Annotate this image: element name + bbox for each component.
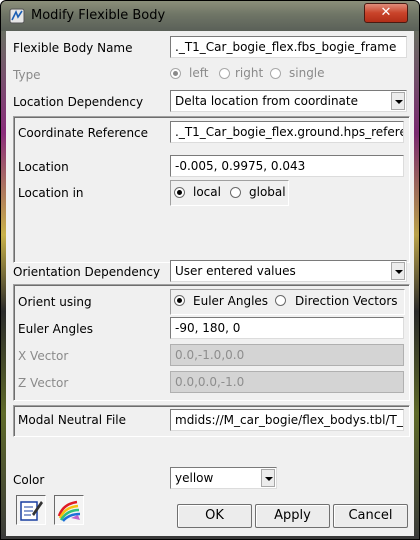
- type-left-label: left: [189, 66, 209, 80]
- orient-direction-label: Direction Vectors: [295, 294, 398, 308]
- type-label: Type: [13, 68, 41, 82]
- location-dependency-value: Delta location from coordinate: [175, 94, 358, 108]
- type-right-radio[interactable]: [219, 68, 230, 79]
- type-left-radio[interactable]: [170, 68, 181, 79]
- window-title: Modify Flexible Body: [31, 8, 166, 23]
- body-name-field[interactable]: ._T1_Car_bogie_flex.fbs_bogie_frame: [170, 36, 407, 58]
- window-frame-right: [414, 31, 419, 539]
- dialog-client-area: Flexible Body Name ._T1_Car_bogie_flex.f…: [6, 31, 414, 536]
- x-vector-field[interactable]: 0.0,-1.0,0.0: [170, 344, 404, 366]
- app-icon: [9, 8, 25, 24]
- coordinate-reference-field[interactable]: ._T1_Car_bogie_flex.ground.hps_referer: [170, 121, 404, 143]
- orient-using-label: Orient using: [18, 295, 92, 309]
- dialog-window: Modify Flexible Body ✕ Flexible Body Nam…: [0, 0, 420, 540]
- euler-angles-field[interactable]: -90, 180, 0: [170, 317, 404, 339]
- location-in-global-radio[interactable]: [230, 187, 241, 198]
- edit-notes-icon: [20, 501, 43, 521]
- body-name-label: Flexible Body Name: [13, 41, 133, 55]
- orient-direction-radio[interactable]: [275, 295, 286, 306]
- type-right-label: right: [235, 66, 264, 80]
- modal-neutral-file-label: Modal Neutral File: [18, 413, 126, 427]
- type-single-radio[interactable]: [270, 68, 281, 79]
- ok-button[interactable]: OK: [177, 504, 252, 528]
- color-ramp-icon: [57, 500, 81, 522]
- title-bar: Modify Flexible Body ✕: [1, 1, 419, 31]
- location-in-global-label: global: [249, 185, 286, 199]
- orientation-dependency-value: User entered values: [175, 264, 296, 278]
- z-vector-field[interactable]: 0.0,0.0,-1.0: [170, 371, 404, 393]
- color-value: yellow: [175, 471, 214, 485]
- orientation-dependency-select[interactable]: User entered values: [170, 260, 407, 282]
- color-label: Color: [13, 473, 45, 487]
- coordinate-reference-label: Coordinate Reference: [18, 126, 149, 140]
- edit-notes-button[interactable]: [16, 495, 46, 525]
- orient-euler-radio[interactable]: [174, 295, 185, 306]
- chevron-down-icon[interactable]: [391, 92, 405, 110]
- apply-button[interactable]: Apply: [255, 504, 330, 528]
- cancel-button[interactable]: Cancel: [333, 504, 408, 528]
- color-select[interactable]: yellow: [170, 467, 277, 489]
- orient-euler-label: Euler Angles: [193, 294, 269, 308]
- location-dependency-label: Location Dependency: [13, 95, 144, 109]
- location-in-local-label: local: [193, 185, 221, 199]
- chevron-down-icon[interactable]: [261, 469, 275, 487]
- close-icon: ✕: [380, 5, 392, 20]
- modal-neutral-file-field[interactable]: mdids://M_car_bogie/flex_bodys.tbl/T_c: [170, 409, 404, 431]
- z-vector-label: Z Vector: [18, 376, 69, 390]
- orientation-dependency-label: Orientation Dependency: [13, 265, 161, 279]
- type-single-label: single: [289, 66, 325, 80]
- location-in-label: Location in: [18, 186, 84, 200]
- close-button[interactable]: ✕: [364, 3, 408, 23]
- chevron-down-icon[interactable]: [391, 262, 405, 280]
- location-field[interactable]: -0.005, 0.9975, 0.043: [170, 155, 404, 177]
- euler-angles-label: Euler Angles: [18, 322, 94, 336]
- location-dependency-select[interactable]: Delta location from coordinate: [170, 90, 407, 112]
- location-in-local-radio[interactable]: [174, 187, 185, 198]
- x-vector-label: X Vector: [18, 349, 69, 363]
- location-label: Location: [18, 160, 69, 174]
- color-ramp-button[interactable]: [54, 495, 84, 525]
